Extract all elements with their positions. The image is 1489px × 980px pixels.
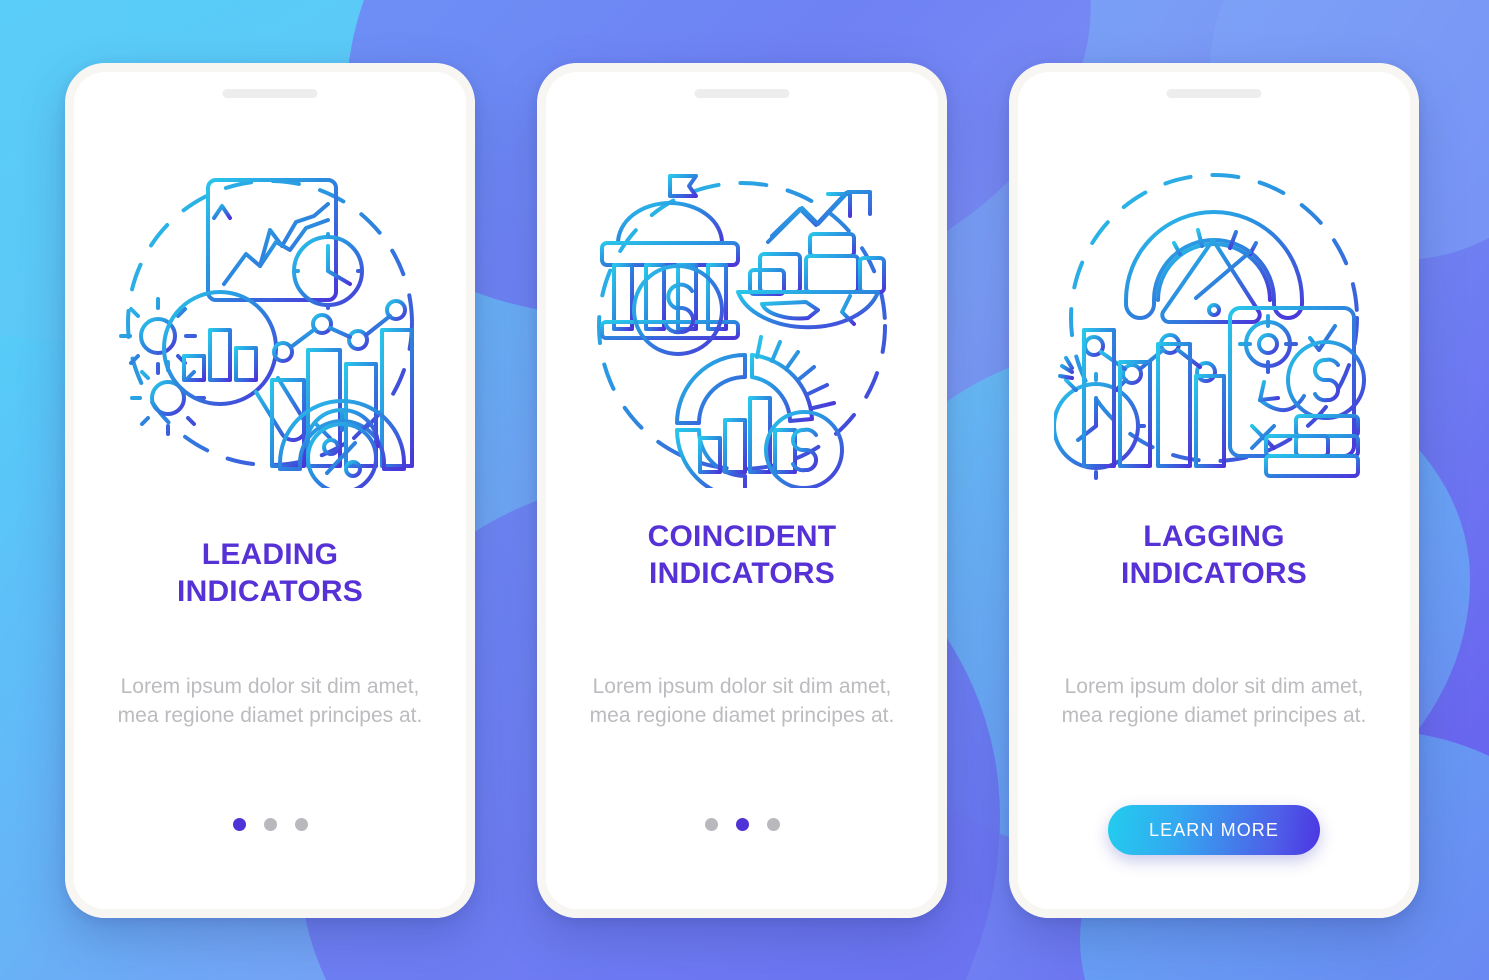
page-title-line1: LAGGING <box>1143 520 1285 553</box>
pagination-dots[interactable] <box>65 818 475 831</box>
pagination-dot-3[interactable] <box>766 818 780 831</box>
page-title-line1: LEADING <box>201 538 339 571</box>
phone-speaker-grille <box>1166 89 1262 98</box>
onboarding-screens-canvas: LEADING INDICATORS Lorem ipsum dolor sit… <box>0 0 1489 980</box>
page-title-line2: INDICATORS <box>1121 556 1307 590</box>
pagination-dot-2[interactable] <box>735 818 749 831</box>
page-body-text: Lorem ipsum dolor sit dim amet, mea regi… <box>117 675 423 727</box>
onboarding-card-lagging: LAGGING INDICATORS Lorem ipsum dolor sit… <box>1009 63 1419 918</box>
pagination-dot-1[interactable] <box>232 818 246 831</box>
page-title-line2: INDICATORS <box>649 556 835 590</box>
page-title-line2: INDICATORS <box>177 574 363 608</box>
pagination-dots[interactable] <box>537 818 947 831</box>
onboarding-card-leading: LEADING INDICATORS Lorem ipsum dolor sit… <box>65 63 475 918</box>
lagging-indicators-illustration <box>1009 143 1419 503</box>
coincident-indicators-illustration <box>537 143 947 503</box>
phone-speaker-grille <box>694 89 790 98</box>
leading-indicators-illustration <box>65 143 475 503</box>
pagination-dot-3[interactable] <box>294 818 308 831</box>
page-body-text: Lorem ipsum dolor sit dim amet, mea regi… <box>1061 675 1367 727</box>
pagination-dot-1[interactable] <box>704 818 718 831</box>
onboarding-card-coincident: COINCIDENT INDICATORS Lorem ipsum dolor … <box>537 63 947 918</box>
page-title: COINCIDENT INDICATORS <box>563 519 921 592</box>
phone-speaker-grille <box>222 89 318 98</box>
learn-more-button[interactable]: LEARN MORE <box>1108 805 1320 855</box>
page-title: LAGGING INDICATORS <box>1035 519 1393 592</box>
page-title: LEADING INDICATORS <box>91 537 449 610</box>
page-title-line1: COINCIDENT <box>647 520 837 553</box>
page-body-text: Lorem ipsum dolor sit dim amet, mea regi… <box>589 675 895 727</box>
pagination-dot-2[interactable] <box>263 818 277 831</box>
